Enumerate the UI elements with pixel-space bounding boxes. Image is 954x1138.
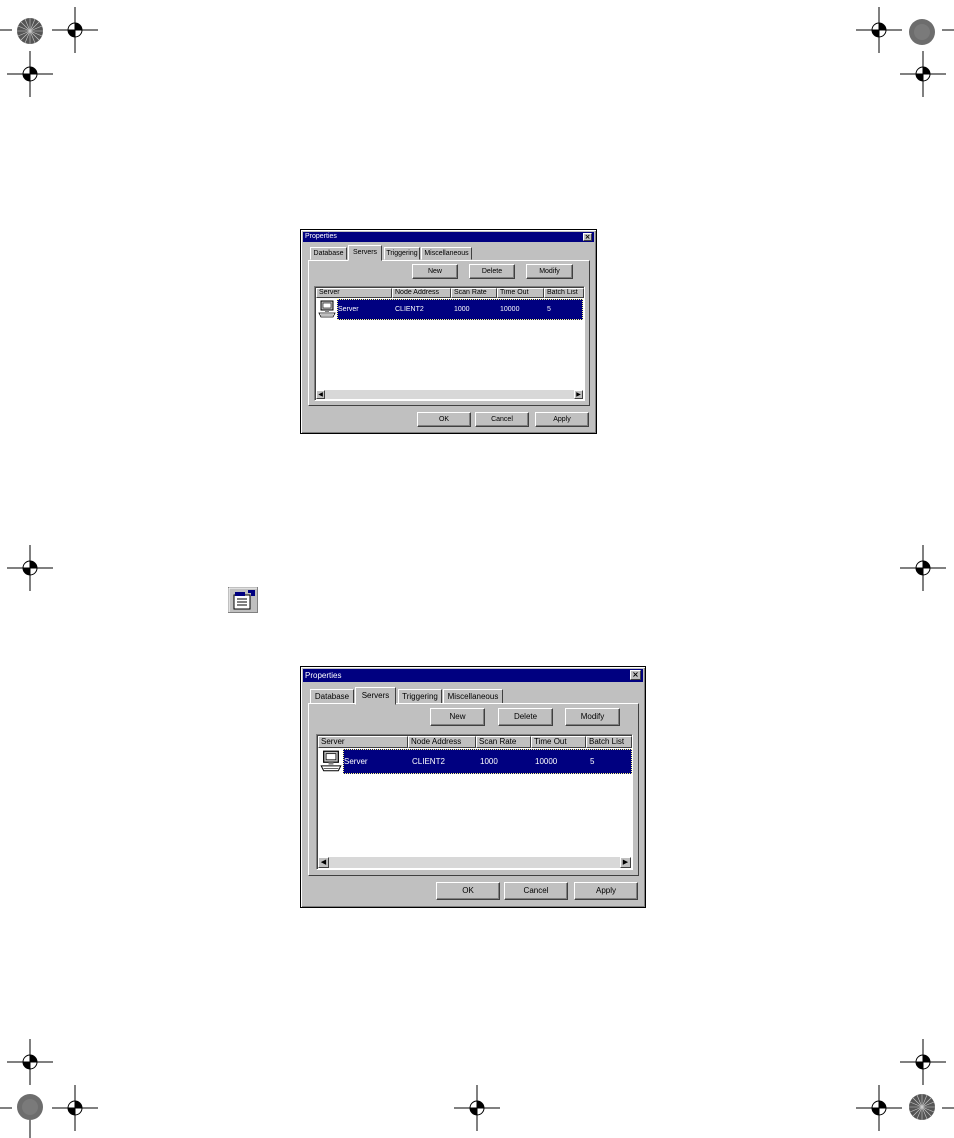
tab-label: Database xyxy=(314,692,350,701)
cell-batch-list: 5 xyxy=(590,757,595,766)
column-header-batch-list[interactable]: Batch List xyxy=(586,736,632,748)
scroll-right-button[interactable]: ▶ xyxy=(574,390,583,399)
apply-button[interactable]: Apply xyxy=(535,412,589,427)
table-row[interactable]: Server CLIENT2 1000 10000 5 xyxy=(343,749,632,774)
modify-button[interactable]: Modify xyxy=(526,264,573,279)
new-button[interactable]: New xyxy=(412,264,458,279)
starburst-mark-bottom-right xyxy=(909,1094,935,1120)
cell-batch-list: 5 xyxy=(547,306,551,313)
cancel-button[interactable]: Cancel xyxy=(504,882,568,900)
tab-triggering[interactable]: Triggering xyxy=(398,689,442,704)
column-header-server[interactable]: Server xyxy=(316,288,392,298)
cell-node-address: CLIENT2 xyxy=(412,757,445,766)
table-row[interactable]: Server CLIENT2 1000 10000 5 xyxy=(337,299,583,320)
cell-time-out: 10000 xyxy=(535,757,558,766)
color-dot-top-right xyxy=(909,19,935,45)
color-dot-bottom-left xyxy=(17,1094,43,1120)
tab-label: Triggering xyxy=(386,250,418,257)
column-header-node-address[interactable]: Node Address xyxy=(392,288,451,298)
cancel-button[interactable]: Cancel xyxy=(475,412,529,427)
tab-label: Triggering xyxy=(402,692,438,701)
delete-button[interactable]: Delete xyxy=(469,264,515,279)
servers-list[interactable]: Server Node Address Scan Rate Time Out B… xyxy=(314,286,585,401)
tab-database[interactable]: Database xyxy=(310,247,347,260)
computer-icon xyxy=(318,300,336,318)
column-header-batch-list[interactable]: Batch List xyxy=(544,288,584,298)
scroll-left-button[interactable]: ◀ xyxy=(318,857,329,868)
ok-button[interactable]: OK xyxy=(417,412,471,427)
crop-lines xyxy=(0,29,954,1138)
column-header-scan-rate[interactable]: Scan Rate xyxy=(451,288,497,298)
tab-label: Servers xyxy=(352,249,378,256)
column-header-node-address[interactable]: Node Address xyxy=(408,736,476,748)
cell-time-out: 10000 xyxy=(500,306,520,313)
column-header-time-out[interactable]: Time Out xyxy=(531,736,586,748)
scroll-left-button[interactable]: ◀ xyxy=(316,390,325,399)
tab-miscellaneous[interactable]: Miscellaneous xyxy=(421,247,472,260)
dialog-title-bar: Properties × xyxy=(303,669,643,682)
tab-database[interactable]: Database xyxy=(310,689,354,704)
close-button[interactable]: × xyxy=(630,670,641,680)
cell-scan-rate: 1000 xyxy=(480,757,498,766)
properties-dialog-large: Properties × Database Servers Triggering… xyxy=(300,666,646,908)
dialog-title: Properties xyxy=(305,671,342,680)
starburst-mark-top-left xyxy=(17,18,43,44)
horizontal-scrollbar[interactable]: ◀ ▶ xyxy=(316,390,583,399)
properties-toolbar-icon xyxy=(228,587,258,613)
tab-label: Servers xyxy=(361,691,390,700)
scroll-right-button[interactable]: ▶ xyxy=(620,857,631,868)
tab-triggering[interactable]: Triggering xyxy=(384,247,420,260)
apply-button[interactable]: Apply xyxy=(574,882,638,900)
tab-servers[interactable]: Servers xyxy=(355,687,396,705)
dialog-title-bar: Properties × xyxy=(303,232,594,242)
column-header-server[interactable]: Server xyxy=(318,736,408,748)
cell-server: Server xyxy=(338,306,359,313)
tab-servers[interactable]: Servers xyxy=(348,245,382,261)
servers-list[interactable]: Server Node Address Scan Rate Time Out B… xyxy=(316,734,633,870)
horizontal-scrollbar[interactable]: ◀ ▶ xyxy=(318,857,631,868)
properties-dialog-small: Properties × Database Servers Triggering… xyxy=(300,229,597,434)
column-header-scan-rate[interactable]: Scan Rate xyxy=(476,736,531,748)
computer-icon xyxy=(320,750,342,772)
column-header-time-out[interactable]: Time Out xyxy=(497,288,544,298)
tab-miscellaneous[interactable]: Miscellaneous xyxy=(443,689,503,704)
tab-label: Miscellaneous xyxy=(424,250,469,257)
ok-button[interactable]: OK xyxy=(436,882,500,900)
delete-button[interactable]: Delete xyxy=(498,708,553,726)
cell-node-address: CLIENT2 xyxy=(395,306,424,313)
new-button[interactable]: New xyxy=(430,708,485,726)
cell-server: Server xyxy=(344,757,368,766)
tab-label: Database xyxy=(313,250,344,257)
tab-label: Miscellaneous xyxy=(447,692,499,701)
dialog-title: Properties xyxy=(305,233,337,240)
cell-scan-rate: 1000 xyxy=(454,306,470,313)
close-button[interactable]: × xyxy=(583,233,592,241)
modify-button[interactable]: Modify xyxy=(565,708,620,726)
